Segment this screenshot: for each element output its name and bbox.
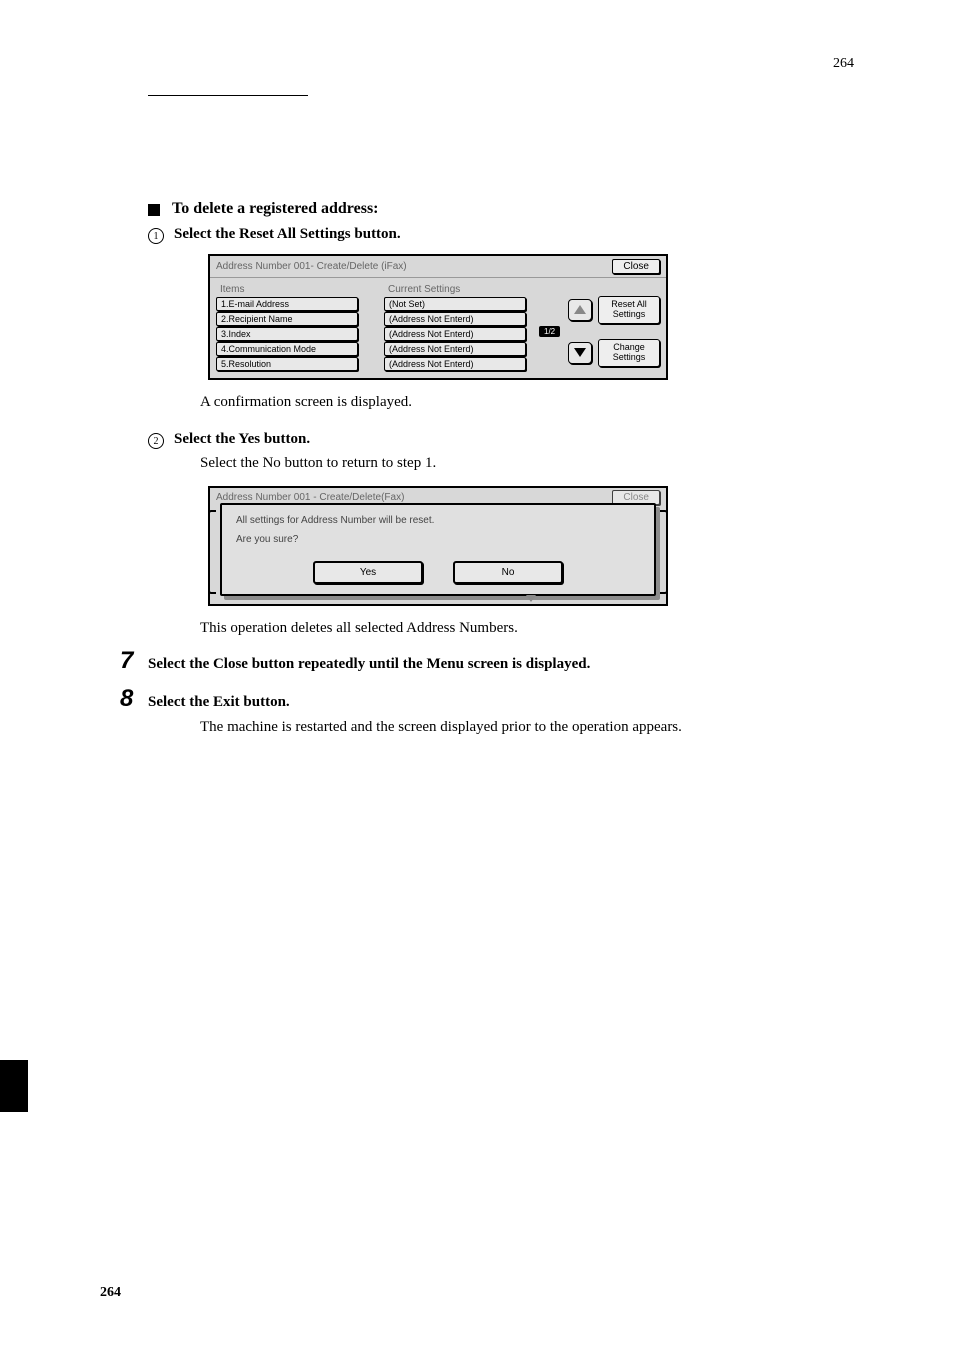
bottom-arrow-icon — [526, 595, 536, 602]
step-7: 7 Select the Close button repeatedly unt… — [120, 647, 848, 675]
deletes-text: This operation deletes all selected Addr… — [200, 620, 848, 637]
items-header: Items — [216, 282, 384, 297]
right-column: Reset All Settings 1/2 Change Settings — [534, 282, 660, 372]
restart-text: The machine is restarted and the screen … — [200, 719, 848, 736]
confirm-dialog: Address Number 001 - Create/Delete(Fax) … — [208, 486, 668, 606]
item-comm-mode[interactable]: 4.Communication Mode — [216, 342, 358, 356]
page-down-button[interactable] — [568, 342, 592, 364]
confirm-dialog-title: Address Number 001 - Create/Delete(Fax) — [216, 492, 404, 503]
setting-resolution[interactable]: (Address Not Enterd) — [384, 357, 526, 371]
confirmation-text: A confirmation screen is displayed. — [200, 394, 848, 411]
no-button[interactable]: No — [453, 561, 563, 584]
delete-heading: To delete a registered address: — [172, 200, 379, 218]
item-email[interactable]: 1.E-mail Address — [216, 297, 358, 311]
dialog-title: Address Number 001- Create/Delete (iFax) — [216, 261, 612, 272]
reset-all-button[interactable]: Reset All Settings — [598, 296, 660, 324]
item-index[interactable]: 3.Index — [216, 327, 358, 341]
item-resolution[interactable]: 5.Resolution — [216, 357, 358, 371]
setting-comm-mode[interactable]: (Address Not Enterd) — [384, 342, 526, 356]
confirm-text-1: All settings for Address Number will be … — [236, 515, 640, 526]
step-8: 8 Select the Exit button. — [120, 685, 848, 713]
page-up-button[interactable] — [568, 299, 592, 321]
dialog-body: Items 1.E-mail Address 2.Recipient Name … — [210, 278, 666, 378]
page-indicator: 1/2 — [539, 326, 560, 337]
close-button[interactable]: Close — [612, 259, 660, 274]
step-8-number: 8 — [120, 685, 148, 713]
page-number-bottom: 264 — [100, 1285, 121, 1301]
side-panel-left — [208, 510, 216, 594]
nav-top-row: Reset All Settings — [568, 296, 660, 324]
dialog-header: Address Number 001- Create/Delete (iFax)… — [210, 256, 666, 278]
confirm-modal: All settings for Address Number will be … — [220, 503, 656, 596]
side-tab — [0, 1060, 28, 1112]
settings-column: Current Settings (Not Set) (Address Not … — [384, 282, 534, 372]
return-text: Select the No button to return to step 1… — [200, 455, 848, 472]
substep-1-text: Select the Reset All Settings button. — [174, 226, 401, 243]
address-dialog: Address Number 001- Create/Delete (iFax)… — [208, 254, 668, 380]
confirm-buttons: Yes No — [236, 561, 640, 584]
substep-2-text: Select the Yes button. — [174, 431, 310, 448]
change-settings-button[interactable]: Change Settings — [598, 339, 660, 367]
delete-heading-row: To delete a registered address: — [148, 200, 848, 218]
step-7-text: Select the Close button repeatedly until… — [148, 656, 590, 673]
arrow-up-icon — [574, 305, 586, 314]
page-indicator-row: 1/2 — [539, 326, 560, 337]
step-7-number: 7 — [120, 647, 148, 675]
step-8-text: Select the Exit button. — [148, 694, 290, 711]
setting-recipient-name[interactable]: (Address Not Enterd) — [384, 312, 526, 326]
settings-header: Current Settings — [384, 282, 534, 297]
page-number-top: 264 — [833, 56, 854, 72]
substep-1: 1 Select the Reset All Settings button. — [148, 226, 848, 244]
items-column: Items 1.E-mail Address 2.Recipient Name … — [216, 282, 384, 372]
item-recipient-name[interactable]: 2.Recipient Name — [216, 312, 358, 326]
content-area: To delete a registered address: 1 Select… — [148, 200, 848, 746]
arrow-down-icon — [574, 348, 586, 357]
circle-1-icon: 1 — [148, 228, 164, 244]
circle-2-icon: 2 — [148, 433, 164, 449]
confirm-text-2: Are you sure? — [236, 534, 640, 545]
side-panel-right — [660, 510, 668, 594]
setting-index[interactable]: (Address Not Enterd) — [384, 327, 526, 341]
setting-email[interactable]: (Not Set) — [384, 297, 526, 311]
nav-bottom-row: Change Settings — [568, 339, 660, 367]
horizontal-rule — [148, 95, 308, 96]
yes-button[interactable]: Yes — [313, 561, 423, 584]
substep-2: 2 Select the Yes button. — [148, 431, 848, 449]
square-bullet-icon — [148, 204, 160, 216]
